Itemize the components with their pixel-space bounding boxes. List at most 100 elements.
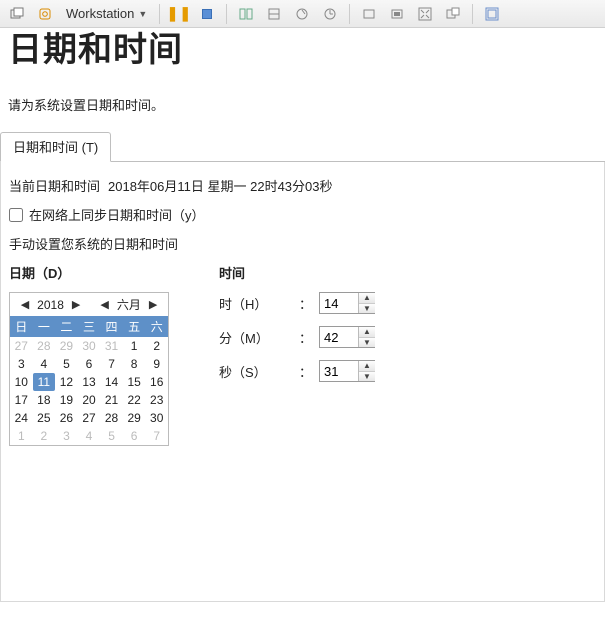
calendar-day: 1 (10, 427, 33, 445)
minute-down[interactable]: ▼ (359, 338, 375, 348)
time-column: 时间 时（H） ： ▲ ▼ 分（M） ： (219, 263, 375, 446)
current-datetime-row: 当前日期和时间 2018年06月11日 星期一 22时43分03秒 (9, 176, 596, 195)
calendar-day[interactable]: 28 (100, 409, 123, 427)
calendar-day: 4 (78, 427, 101, 445)
calendar-day[interactable]: 19 (55, 391, 78, 409)
toolbar-btn-a[interactable] (233, 3, 259, 25)
calendar-day: 30 (78, 337, 101, 355)
current-datetime-value: 2018年06月11日 星期一 22时43分03秒 (108, 176, 332, 195)
workstation-dropdown[interactable]: Workstation ▼ (60, 6, 153, 21)
second-label: 秒（S） (219, 362, 289, 381)
second-down[interactable]: ▼ (359, 372, 375, 382)
calendar-day[interactable]: 15 (123, 373, 146, 391)
toolbar-btn-1[interactable] (4, 3, 30, 25)
minute-spinner: ▲ ▼ (319, 326, 375, 348)
calendar-weekday: 六 (145, 316, 168, 337)
calendar-day[interactable]: 23 (145, 391, 168, 409)
calendar-day[interactable]: 6 (78, 355, 101, 373)
toolbar-btn-d[interactable] (356, 3, 382, 25)
second-up[interactable]: ▲ (359, 361, 375, 372)
minute-input[interactable] (320, 327, 358, 347)
calendar-day[interactable]: 16 (145, 373, 168, 391)
calendar-grid: 日一二三四五六272829303112345678910111213141516… (10, 316, 168, 445)
tab-datetime[interactable]: 日期和时间 (T) (0, 132, 111, 162)
workstation-label: Workstation (66, 6, 134, 21)
calendar-day: 27 (10, 337, 33, 355)
second-input[interactable] (320, 361, 358, 381)
calendar-day[interactable]: 14 (100, 373, 123, 391)
calendar-day[interactable]: 8 (123, 355, 146, 373)
calendar-day[interactable]: 29 (123, 409, 146, 427)
toolbar-btn-c[interactable] (289, 3, 315, 25)
calendar-weekday: 一 (33, 316, 56, 337)
hour-spinner: ▲ ▼ (319, 292, 375, 314)
time-heading: 时间 (219, 263, 375, 282)
calendar-day[interactable]: 11 (33, 373, 56, 391)
calendar-day[interactable]: 5 (55, 355, 78, 373)
colon: ： (299, 362, 309, 381)
calendar-day[interactable]: 22 (123, 391, 146, 409)
toolbar-separator (226, 4, 227, 24)
toolbar-btn-snapshot[interactable] (32, 3, 58, 25)
calendar-day[interactable]: 26 (55, 409, 78, 427)
stop-button[interactable] (194, 3, 220, 25)
toolbar-btn-unity[interactable] (440, 3, 466, 25)
calendar-day[interactable]: 27 (78, 409, 101, 427)
calendar-day[interactable]: 3 (10, 355, 33, 373)
calendar-day: 6 (123, 427, 146, 445)
page-subtitle: 请为系统设置日期和时间。 (8, 95, 597, 114)
toolbar-btn-b[interactable] (261, 3, 287, 25)
calendar-day[interactable]: 10 (10, 373, 33, 391)
calendar-day[interactable]: 21 (100, 391, 123, 409)
calendar-day[interactable]: 7 (100, 355, 123, 373)
calendar-day: 2 (33, 427, 56, 445)
colon: ： (299, 294, 309, 313)
toolbar-btn-e[interactable] (384, 3, 410, 25)
calendar-weekday: 日 (10, 316, 33, 337)
calendar-day[interactable]: 4 (33, 355, 56, 373)
calendar-weekday: 三 (78, 316, 101, 337)
colon: ： (299, 328, 309, 347)
toolbar-btn-fullscreen[interactable] (479, 3, 505, 25)
hour-down[interactable]: ▼ (359, 304, 375, 314)
calendar-weekday: 二 (55, 316, 78, 337)
calendar-day[interactable]: 24 (10, 409, 33, 427)
calendar-weekday: 五 (123, 316, 146, 337)
month-prev[interactable]: ◀ (98, 298, 110, 311)
calendar-day: 7 (145, 427, 168, 445)
sync-network-checkbox[interactable] (9, 208, 23, 222)
calendar-day[interactable]: 2 (145, 337, 168, 355)
toolbar-btn-clock[interactable] (317, 3, 343, 25)
date-heading: 日期（D） (9, 263, 169, 282)
calendar-day[interactable]: 1 (123, 337, 146, 355)
sync-network-label[interactable]: 在网络上同步日期和时间（y） (29, 205, 205, 224)
calendar-day[interactable]: 18 (33, 391, 56, 409)
date-column: 日期（D） ◀ 2018 ▶ ◀ 六月 ▶ 日一二三四五六27282930311… (9, 263, 169, 446)
calendar-day[interactable]: 9 (145, 355, 168, 373)
month-next[interactable]: ▶ (147, 298, 159, 311)
calendar-day[interactable]: 30 (145, 409, 168, 427)
current-datetime-label: 当前日期和时间 (9, 176, 100, 195)
calendar-day[interactable]: 20 (78, 391, 101, 409)
calendar-day[interactable]: 13 (78, 373, 101, 391)
toolbar-btn-fit[interactable] (412, 3, 438, 25)
calendar-day[interactable]: 25 (33, 409, 56, 427)
toolbar-separator (472, 4, 473, 24)
minute-label: 分（M） (219, 328, 289, 347)
calendar-year: 2018 (37, 298, 64, 312)
minute-up[interactable]: ▲ (359, 327, 375, 338)
pause-button[interactable]: ❚❚ (166, 3, 192, 25)
calendar-day[interactable]: 17 (10, 391, 33, 409)
hour-label: 时（H） (219, 294, 289, 313)
year-next[interactable]: ▶ (70, 298, 82, 311)
hour-input[interactable] (320, 293, 358, 313)
datetime-panel: 当前日期和时间 2018年06月11日 星期一 22时43分03秒 在网络上同步… (1, 162, 604, 446)
year-prev[interactable]: ◀ (19, 298, 31, 311)
calendar-day: 29 (55, 337, 78, 355)
hour-up[interactable]: ▲ (359, 293, 375, 304)
tab-bar: 日期和时间 (T) (0, 136, 605, 162)
manual-set-label: 手动设置您系统的日期和时间 (9, 234, 596, 253)
calendar-day[interactable]: 12 (55, 373, 78, 391)
calendar-month: 六月 (117, 296, 141, 313)
toolbar-separator (349, 4, 350, 24)
